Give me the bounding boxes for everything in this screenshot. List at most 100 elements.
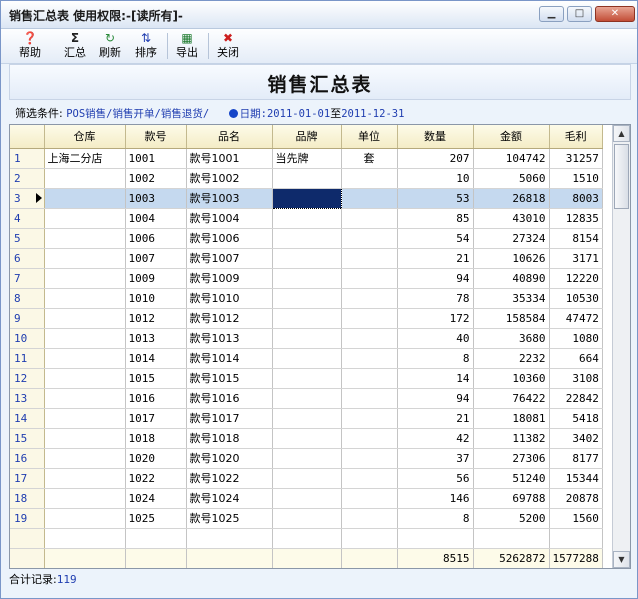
cell-qty[interactable]: 54 (397, 228, 474, 249)
cell-qty[interactable]: 42 (397, 428, 474, 449)
cell-qty[interactable]: 21 (397, 248, 474, 269)
cell-profit[interactable]: 1560 (549, 508, 603, 529)
cell-qty[interactable]: 53 (397, 188, 474, 209)
cell-name[interactable]: 款号1022 (186, 468, 273, 489)
refresh-button[interactable]: ↻ 刷新 (93, 30, 127, 62)
column-header-unit[interactable]: 单位 (341, 125, 398, 149)
cell-code[interactable]: 1003 (125, 188, 187, 209)
close-window-button[interactable]: ✕ (595, 6, 635, 22)
column-header-code[interactable]: 款号 (125, 125, 187, 149)
row-number[interactable]: 6 (10, 248, 45, 269)
cell-name[interactable]: 款号1014 (186, 348, 273, 369)
cell-amount[interactable]: 26818 (473, 188, 550, 209)
cell-brand[interactable] (272, 388, 342, 409)
cell-unit[interactable] (341, 168, 398, 189)
cell-brand[interactable] (272, 268, 342, 289)
row-number[interactable]: 8 (10, 288, 45, 309)
cell-warehouse[interactable] (44, 328, 126, 349)
cell-code[interactable]: 1009 (125, 268, 187, 289)
cell-amount[interactable]: 76422 (473, 388, 550, 409)
cell-brand[interactable] (272, 508, 342, 529)
row-number[interactable]: 4 (10, 208, 45, 229)
cell-unit[interactable] (341, 368, 398, 389)
cell-name[interactable]: 款号1017 (186, 408, 273, 429)
cell-amount[interactable]: 69788 (473, 488, 550, 509)
cell-brand[interactable]: 当先牌 (272, 148, 342, 169)
cell-warehouse[interactable] (44, 268, 126, 289)
cell-code[interactable]: 1015 (125, 368, 187, 389)
cell-amount[interactable]: 2232 (473, 348, 550, 369)
cell-brand[interactable] (272, 348, 342, 369)
cell-profit[interactable]: 3171 (549, 248, 603, 269)
cell-amount[interactable]: 51240 (473, 468, 550, 489)
cell-brand[interactable] (272, 428, 342, 449)
cell-unit[interactable] (341, 328, 398, 349)
cell-unit[interactable] (341, 288, 398, 309)
cell-profit[interactable]: 22842 (549, 388, 603, 409)
cell-name[interactable]: 款号1006 (186, 228, 273, 249)
cell-name[interactable]: 款号1004 (186, 208, 273, 229)
cell-unit[interactable] (341, 428, 398, 449)
row-number[interactable]: 5 (10, 228, 45, 249)
cell-warehouse[interactable] (44, 388, 126, 409)
cell-amount[interactable]: 43010 (473, 208, 550, 229)
cell-profit[interactable]: 47472 (549, 308, 603, 329)
cell-code[interactable]: 1022 (125, 468, 187, 489)
cell-name[interactable]: 款号1012 (186, 308, 273, 329)
cell-name[interactable]: 款号1009 (186, 268, 273, 289)
table-row[interactable]: 6 1007 款号1007 21 10626 3171 (10, 248, 603, 269)
cell-brand[interactable] (272, 248, 342, 269)
cell-profit[interactable]: 3402 (549, 428, 603, 449)
cell-code[interactable]: 1025 (125, 508, 187, 529)
cell-qty[interactable]: 94 (397, 388, 474, 409)
table-row[interactable]: 2 1002 款号1002 10 5060 1510 (10, 168, 603, 189)
column-header-brand[interactable]: 品牌 (272, 125, 342, 149)
cell-qty[interactable]: 21 (397, 408, 474, 429)
cell-brand[interactable] (272, 468, 342, 489)
cell-profit[interactable]: 5418 (549, 408, 603, 429)
cell-code[interactable]: 1020 (125, 448, 187, 469)
cell-amount[interactable]: 104742 (473, 148, 550, 169)
cell-brand[interactable] (272, 288, 342, 309)
cell-code[interactable]: 1014 (125, 348, 187, 369)
column-header-warehouse[interactable]: 仓库 (44, 125, 126, 149)
row-number[interactable]: 19 (10, 508, 45, 529)
cell-qty[interactable]: 8 (397, 348, 474, 369)
cell-profit[interactable]: 1510 (549, 168, 603, 189)
row-number[interactable]: 17 (10, 468, 45, 489)
cell-brand[interactable] (272, 408, 342, 429)
row-number[interactable]: 16 (10, 448, 45, 469)
cell-amount[interactable]: 18081 (473, 408, 550, 429)
row-number[interactable]: 12 (10, 368, 45, 389)
cell-unit[interactable] (341, 488, 398, 509)
cell-name[interactable]: 款号1025 (186, 508, 273, 529)
cell-brand[interactable] (272, 448, 342, 469)
cell-code[interactable]: 1012 (125, 308, 187, 329)
cell-profit[interactable]: 12220 (549, 268, 603, 289)
cell-warehouse[interactable]: 上海二分店 (44, 148, 126, 169)
cell-unit[interactable] (341, 348, 398, 369)
cell-unit[interactable] (341, 448, 398, 469)
cell-name[interactable]: 款号1003 (186, 188, 273, 209)
column-header-amount[interactable]: 金额 (473, 125, 550, 149)
cell-name[interactable]: 款号1020 (186, 448, 273, 469)
row-number[interactable]: 2 (10, 168, 45, 189)
cell-profit[interactable]: 20878 (549, 488, 603, 509)
cell-code[interactable]: 1016 (125, 388, 187, 409)
cell-warehouse[interactable] (44, 188, 126, 209)
row-number[interactable]: 13 (10, 388, 45, 409)
cell-warehouse[interactable] (44, 248, 126, 269)
cell-brand[interactable] (272, 308, 342, 329)
row-number[interactable]: 7 (10, 268, 45, 289)
cell-code[interactable]: 1024 (125, 488, 187, 509)
row-number[interactable]: 15 (10, 428, 45, 449)
column-header-qty[interactable]: 数量 (397, 125, 474, 149)
cell-warehouse[interactable] (44, 508, 126, 529)
table-row[interactable]: 3 1003 款号1003 53 26818 8003 (10, 187, 603, 209)
cell-amount[interactable]: 40890 (473, 268, 550, 289)
close-button[interactable]: ✖ 关闭 (211, 30, 245, 62)
cell-name[interactable]: 款号1015 (186, 368, 273, 389)
cell-qty[interactable]: 37 (397, 448, 474, 469)
cell-name[interactable]: 款号1018 (186, 428, 273, 449)
scroll-up-arrow[interactable]: ▲ (613, 125, 630, 142)
